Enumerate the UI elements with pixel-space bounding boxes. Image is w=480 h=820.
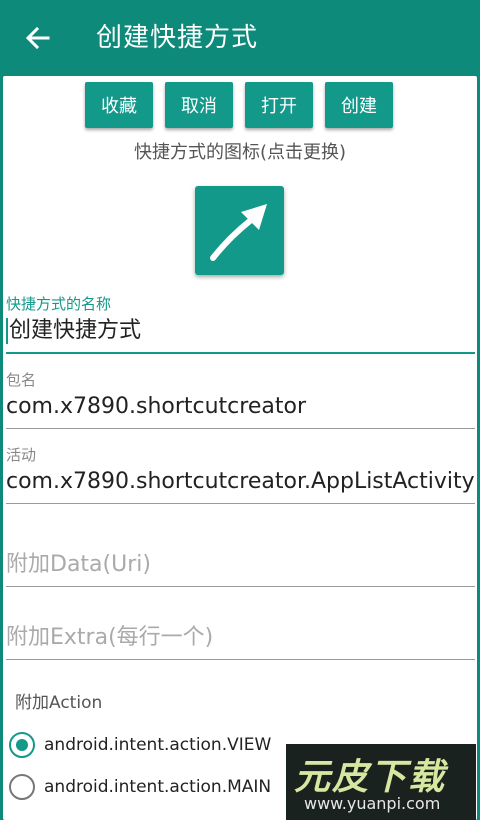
field-underline [6,659,475,660]
app-bar: 创建快捷方式 [0,0,480,76]
package-name-input[interactable]: com.x7890.shortcutcreator [6,390,475,424]
radio-label: android.intent.action.VIEW [44,735,272,755]
shortcut-name-field[interactable]: 快捷方式的名称 创建快捷方式 [6,294,475,354]
field-underline [6,428,475,429]
field-underline [6,586,475,587]
watermark-logo: 元皮下载 www.yuanpi.com [286,744,476,820]
watermark-title: 元皮下载 [294,757,447,798]
icon-caption: 快捷方式的图标(点击更换) [133,142,347,163]
extra-field[interactable]: 附加Extra(每行一个) [6,621,475,660]
shortcut-name-input[interactable]: 创建快捷方式 [6,314,475,348]
radio-option-main[interactable]: android.intent.action.MAIN [9,774,271,800]
shortcut-name-value: 创建快捷方式 [9,318,142,343]
diagonal-arrow-icon [209,203,267,261]
radio-button-unchecked[interactable] [9,774,35,800]
watermark-url: www.yuanpi.com [304,794,441,813]
shortcut-name-label: 快捷方式的名称 [6,295,112,313]
action-button-row: 收藏 取消 打开 创建 [85,82,393,128]
radio-option-view[interactable]: android.intent.action.VIEW [9,732,271,758]
text-cursor [6,318,8,344]
field-underline [6,503,475,504]
radio-button-checked[interactable] [9,732,35,758]
cancel-button[interactable]: 取消 [165,82,233,128]
package-name-label: 包名 [6,371,37,389]
form-card: 收藏 取消 打开 创建 快捷方式的图标(点击更换) 快捷方式的名称 创建快捷方式… [3,76,477,820]
arrow-left-icon[interactable] [22,22,54,54]
create-button[interactable]: 创建 [325,82,393,128]
field-underline [6,352,475,354]
extra-input[interactable]: 附加Extra(每行一个) [6,621,475,655]
activity-input[interactable]: com.x7890.shortcutcreator.AppListActivit… [6,465,475,499]
package-name-field[interactable]: 包名 com.x7890.shortcutcreator [6,370,475,429]
activity-label: 活动 [6,446,37,464]
activity-field[interactable]: 活动 com.x7890.shortcutcreator.AppListActi… [6,445,475,504]
shortcut-icon-picker[interactable] [195,186,284,275]
page-title: 创建快捷方式 [96,23,259,53]
data-uri-field[interactable]: 附加Data(Uri) [6,548,475,587]
radio-label: android.intent.action.MAIN [44,777,272,797]
data-uri-input[interactable]: 附加Data(Uri) [6,548,475,582]
action-section-label: 附加Action [15,693,103,713]
favorite-button[interactable]: 收藏 [85,82,153,128]
open-button[interactable]: 打开 [245,82,313,128]
